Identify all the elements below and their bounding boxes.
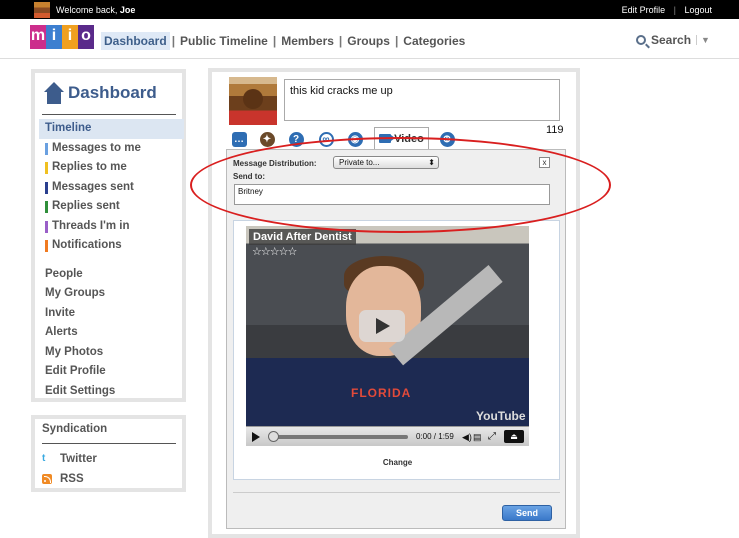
search-button[interactable]: Search ▼ <box>636 33 710 47</box>
search-icon <box>636 35 646 45</box>
miio-logo[interactable]: m i i o <box>30 25 94 49</box>
divider <box>233 492 560 493</box>
welcome-text: Welcome back, Joe <box>56 5 136 15</box>
video-preview: FLORIDA David After Dentist ☆☆☆☆☆ YouTub… <box>233 220 560 480</box>
video-frame-text: FLORIDA <box>351 386 412 400</box>
send-to-label: Send to: <box>233 172 265 181</box>
syndication-title: Syndication <box>42 423 108 435</box>
thumbs-up-icon[interactable]: ✦ <box>256 129 278 149</box>
color-marker <box>45 240 48 252</box>
nav-dashboard[interactable]: Dashboard <box>101 32 170 50</box>
main-nav: m i i o Dashboard | Public Timeline | Me… <box>0 19 739 59</box>
logo-letter: o <box>78 25 94 49</box>
sidebar-item-my-photos[interactable]: My Photos <box>39 343 184 363</box>
eject-icon[interactable]: ⏏ <box>504 430 524 443</box>
close-icon[interactable]: x <box>539 157 550 168</box>
nav-public-timeline[interactable]: Public Timeline <box>177 32 271 50</box>
twitter-icon: t <box>42 453 46 464</box>
quality-icon[interactable]: ▤ <box>473 432 482 443</box>
dashboard-sidebar: Dashboard Timeline Messages to me Replie… <box>31 69 186 402</box>
fullscreen-icon[interactable]: ⤢ <box>488 431 496 442</box>
rss-link[interactable]: RSS <box>42 473 84 485</box>
sidebar-item-threads[interactable]: Threads I'm in <box>39 217 184 237</box>
seek-bar[interactable] <box>270 435 408 439</box>
logo-letter: m <box>30 25 46 49</box>
sidebar-item-notifications[interactable]: Notifications <box>39 236 184 256</box>
logo-letter: i <box>62 25 78 49</box>
tab-video[interactable]: Video <box>374 127 429 149</box>
home-icon <box>44 82 64 104</box>
send-to-field[interactable]: Britney <box>234 184 550 205</box>
video-player[interactable]: FLORIDA David After Dentist ☆☆☆☆☆ YouTub… <box>246 226 529 446</box>
nav-separator: | <box>338 34 343 48</box>
youtube-logo: YouTube <box>476 409 526 423</box>
sidebar-menu: Timeline Messages to me Replies to me Me… <box>39 119 184 401</box>
divider <box>42 114 176 115</box>
rss-icon <box>42 474 52 484</box>
video-icon <box>379 134 396 143</box>
sidebar-title: Dashboard <box>68 83 157 102</box>
sidebar-item-people[interactable]: People <box>39 265 184 285</box>
search-label: Search <box>651 33 692 47</box>
nav-members[interactable]: Members <box>278 32 337 50</box>
sidebar-item-timeline[interactable]: Timeline <box>39 119 184 139</box>
nav-separator: | <box>272 34 277 48</box>
syndication-box: Syndication t Twitter RSS <box>31 415 186 492</box>
color-marker <box>45 201 48 213</box>
video-attachment-panel: Message Distribution: Private to... x Se… <box>226 149 566 529</box>
sidebar-item-edit-settings[interactable]: Edit Settings <box>39 382 184 402</box>
sidebar-header: Dashboard <box>44 82 157 104</box>
nav-separator: | <box>171 34 176 48</box>
attachment-tabs: … ✦ ? ∞ ◉ Video ⊕ <box>226 127 566 149</box>
send-button[interactable]: Send <box>502 505 552 521</box>
edit-profile-link[interactable]: Edit Profile <box>622 5 666 15</box>
message-input[interactable]: this kid cracks me up <box>284 79 560 121</box>
link-icon[interactable]: ∞ <box>315 129 337 149</box>
sidebar-item-edit-profile[interactable]: Edit Profile <box>39 362 184 382</box>
star-rating[interactable]: ☆☆☆☆☆ <box>252 245 297 258</box>
user-name: Joe <box>119 5 136 15</box>
comment-icon[interactable]: … <box>228 129 250 149</box>
play-icon[interactable] <box>359 310 405 342</box>
globe-icon[interactable]: ⊕ <box>436 129 458 149</box>
sidebar-item-invite[interactable]: Invite <box>39 304 184 324</box>
question-icon[interactable]: ? <box>285 129 307 149</box>
separator: | <box>673 5 676 15</box>
compose-panel: this kid cracks me up 119 … ✦ ? ∞ ◉ Vide… <box>208 68 580 538</box>
logo-letter: i <box>46 25 62 49</box>
video-controls: 0:00 / 1:59 ◀) ▤ ⤢ ⏏ <box>246 426 529 446</box>
color-marker <box>45 181 48 194</box>
nav-categories[interactable]: Categories <box>400 32 468 50</box>
chevron-down-icon[interactable]: ▼ <box>696 35 710 45</box>
divider <box>42 443 176 444</box>
change-video-link[interactable]: Change <box>234 458 561 467</box>
sidebar-item-messages-to-me[interactable]: Messages to me <box>39 139 184 159</box>
volume-icon[interactable]: ◀) <box>462 432 472 443</box>
seek-handle[interactable] <box>268 431 279 442</box>
color-marker <box>45 220 48 233</box>
color-marker <box>45 162 48 174</box>
sidebar-item-messages-sent[interactable]: Messages sent <box>39 178 184 198</box>
color-marker <box>45 142 48 155</box>
nav-groups[interactable]: Groups <box>344 32 393 50</box>
distribution-select[interactable]: Private to... <box>333 156 439 169</box>
distribution-label: Message Distribution: <box>233 159 317 168</box>
logout-link[interactable]: Logout <box>684 5 712 15</box>
top-bar: Welcome back, Joe Edit Profile | Logout <box>0 0 739 19</box>
play-button[interactable] <box>252 432 260 442</box>
sidebar-item-alerts[interactable]: Alerts <box>39 323 184 343</box>
distribution-settings: Message Distribution: Private to... x Se… <box>233 153 560 210</box>
video-time: 0:00 / 1:59 <box>416 432 454 441</box>
sidebar-item-my-groups[interactable]: My Groups <box>39 284 184 304</box>
account-links: Edit Profile | Logout <box>616 5 712 15</box>
camera-icon[interactable]: ◉ <box>344 129 366 149</box>
nav-separator: | <box>394 34 399 48</box>
sidebar-item-replies-to-me[interactable]: Replies to me <box>39 158 184 178</box>
video-title[interactable]: David After Dentist <box>249 229 356 245</box>
user-avatar-small[interactable] <box>34 2 50 18</box>
sidebar-item-replies-sent[interactable]: Replies sent <box>39 197 184 217</box>
user-avatar <box>229 77 277 125</box>
twitter-link[interactable]: t Twitter <box>42 453 97 465</box>
